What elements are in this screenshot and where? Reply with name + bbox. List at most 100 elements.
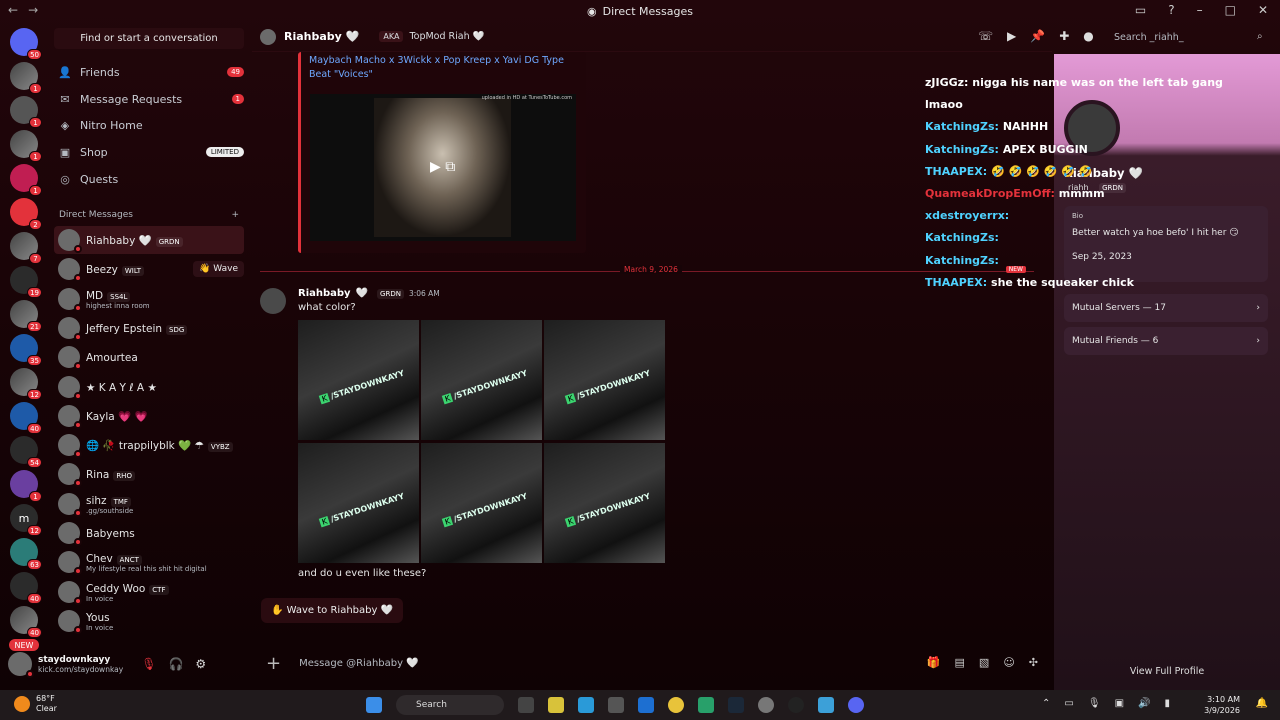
- profile-toggle-icon[interactable]: ●: [1083, 29, 1093, 43]
- add-friends-icon[interactable]: ✚: [1059, 29, 1069, 43]
- header-name[interactable]: Riahbaby 🤍: [284, 30, 359, 43]
- gift-icon[interactable]: 🎁: [927, 656, 941, 669]
- view-full-profile-link[interactable]: View Full Profile: [1054, 666, 1280, 677]
- play-icon[interactable]: ▶ ⧉: [430, 159, 455, 175]
- dm-item[interactable]: Rina RHO: [54, 460, 244, 488]
- deafen-icon[interactable]: 🎧: [168, 657, 183, 671]
- attach-button[interactable]: +: [266, 653, 281, 674]
- nav-nitro[interactable]: ◈ Nitro Home: [58, 114, 244, 136]
- server-icon[interactable]: 12: [10, 368, 42, 400]
- message-author[interactable]: Riahbaby: [298, 288, 351, 299]
- mutual-friends-row[interactable]: Mutual Friends — 6 ›: [1064, 327, 1268, 355]
- nav-friends[interactable]: 👤 Friends 49: [58, 61, 244, 83]
- app-icon[interactable]: [698, 697, 714, 713]
- back-button[interactable]: ←: [8, 3, 18, 17]
- server-icon[interactable]: 1: [10, 164, 42, 196]
- dm-item[interactable]: Ceddy Woo CTF In voice: [54, 578, 244, 606]
- dm-item[interactable]: Babyems: [54, 519, 244, 547]
- apps-icon[interactable]: ✣: [1029, 656, 1038, 669]
- camera-icon[interactable]: ▭: [1064, 698, 1073, 709]
- dm-item[interactable]: Beezy WILT 👋 Wave: [54, 255, 244, 283]
- start-icon[interactable]: [366, 697, 382, 713]
- dm-item[interactable]: 🌐 🥀 trappilyblk 💚 ☂ VYBZ: [54, 431, 244, 459]
- server-icon[interactable]: 40: [10, 402, 42, 434]
- server-icon[interactable]: 19: [10, 266, 42, 298]
- battery-icon[interactable]: ▮: [1164, 698, 1170, 709]
- task-view-icon[interactable]: [518, 697, 534, 713]
- mute-icon[interactable]: 🎙: [141, 657, 156, 671]
- mic-icon[interactable]: 🎙: [1088, 698, 1101, 709]
- dm-item[interactable]: Amourtea: [54, 343, 244, 371]
- server-icon[interactable]: 1: [10, 96, 42, 128]
- server-icon[interactable]: 21: [10, 300, 42, 332]
- dm-item[interactable]: Jeffery Epstein SDG: [54, 314, 244, 342]
- find-conversation-button[interactable]: Find or start a conversation: [54, 28, 244, 49]
- weather-widget[interactable]: 68°F Clear: [14, 694, 57, 714]
- file-explorer-icon[interactable]: [548, 697, 564, 713]
- discord-taskbar-icon[interactable]: [848, 697, 864, 713]
- server-icon[interactable]: 63: [10, 538, 42, 570]
- embed-video[interactable]: uploaded in HD at TunesToTube.com ▶ ⧉: [310, 94, 576, 241]
- emoji-icon[interactable]: ☺: [1003, 656, 1014, 669]
- message-avatar[interactable]: [260, 288, 286, 314]
- attachment-image[interactable]: K/STAYDOWNKAYY: [298, 443, 419, 563]
- outlook-icon[interactable]: [638, 697, 654, 713]
- store-icon[interactable]: [608, 697, 624, 713]
- server-icon[interactable]: 54: [10, 436, 42, 468]
- gif-icon[interactable]: ▤: [955, 656, 965, 669]
- network-icon[interactable]: ▣: [1115, 698, 1124, 709]
- dm-item[interactable]: MD SS4L highest inna room: [54, 285, 244, 313]
- embed-title[interactable]: Maybach Macho x 3Wickk x Pop Kreep x Yav…: [309, 54, 569, 82]
- dm-item[interactable]: ★ K A Y ℓ A ★: [54, 373, 244, 401]
- attachment-image[interactable]: K/STAYDOWNKAYY: [298, 320, 419, 440]
- video-icon[interactable]: ▶: [1007, 29, 1016, 43]
- help-icon[interactable]: ?: [1168, 3, 1174, 17]
- chrome-icon[interactable]: [668, 697, 684, 713]
- forward-button[interactable]: →: [28, 3, 38, 17]
- create-dm-button[interactable]: +: [231, 210, 239, 220]
- search-input[interactable]: Search _riahh_: [1110, 29, 1274, 47]
- attachment-image[interactable]: K/STAYDOWNKAYY: [421, 443, 542, 563]
- server-icon[interactable]: m 12: [10, 504, 42, 536]
- volume-icon[interactable]: 🔊: [1138, 698, 1150, 709]
- edge-icon[interactable]: [578, 697, 594, 713]
- dm-item[interactable]: Riahbaby 🤍 GRDN: [54, 226, 244, 254]
- settings-icon[interactable]: ⚙: [195, 657, 206, 671]
- server-icon[interactable]: 2: [10, 198, 42, 230]
- pin-icon[interactable]: 📌: [1030, 29, 1045, 43]
- notification-icon[interactable]: 🔔: [1256, 698, 1268, 709]
- minimize-button[interactable]: –: [1197, 3, 1203, 17]
- app-icon[interactable]: [758, 697, 774, 713]
- call-icon[interactable]: ☏: [978, 29, 993, 43]
- user-info[interactable]: staydownkayy kick.com/staydownkay: [38, 655, 123, 674]
- server-icon[interactable]: 7: [10, 232, 42, 264]
- dm-item[interactable]: sihz TMF .gg/southside: [54, 490, 244, 518]
- wave-button[interactable]: ✋ Wave to Riahbaby 🤍: [261, 598, 404, 623]
- message-input[interactable]: Message @Riahbaby 🤍: [299, 658, 419, 669]
- user-avatar[interactable]: [8, 652, 34, 678]
- dm-item[interactable]: Kayla 💗 💗: [54, 402, 244, 430]
- wave-button[interactable]: 👋 Wave: [193, 261, 244, 277]
- dm-item[interactable]: Yous In voice: [54, 607, 244, 635]
- mutual-servers-row[interactable]: Mutual Servers — 17 ›: [1064, 294, 1268, 322]
- server-icon[interactable]: 50: [10, 28, 42, 60]
- nav-shop[interactable]: ▣ Shop LIMITED: [58, 141, 244, 163]
- server-icon[interactable]: 35: [10, 334, 42, 366]
- dm-item[interactable]: Chev ANCT My lifestyle real this shit hit …: [54, 548, 244, 576]
- obs-icon[interactable]: [788, 697, 804, 713]
- attachment-image[interactable]: K/STAYDOWNKAYY: [544, 320, 665, 440]
- steam-icon[interactable]: [728, 697, 744, 713]
- nav-message-requests[interactable]: ✉ Message Requests 1: [58, 88, 244, 110]
- attachment-image[interactable]: K/STAYDOWNKAYY: [421, 320, 542, 440]
- attachment-image[interactable]: K/STAYDOWNKAYY: [544, 443, 665, 563]
- server-icon[interactable]: 40: [10, 572, 42, 604]
- taskbar-search[interactable]: Search: [396, 695, 504, 715]
- server-icon[interactable]: 40: [10, 606, 42, 638]
- server-icon[interactable]: 1: [10, 130, 42, 162]
- sticker-icon[interactable]: ▧: [979, 656, 989, 669]
- chevron-up-icon[interactable]: ⌃: [1042, 698, 1050, 709]
- nav-quests[interactable]: ◎ Quests: [58, 168, 244, 190]
- clock[interactable]: 3:10 AM 3/9/2026: [1204, 694, 1240, 716]
- server-icon[interactable]: 1: [10, 470, 42, 502]
- close-button[interactable]: ✕: [1258, 3, 1268, 17]
